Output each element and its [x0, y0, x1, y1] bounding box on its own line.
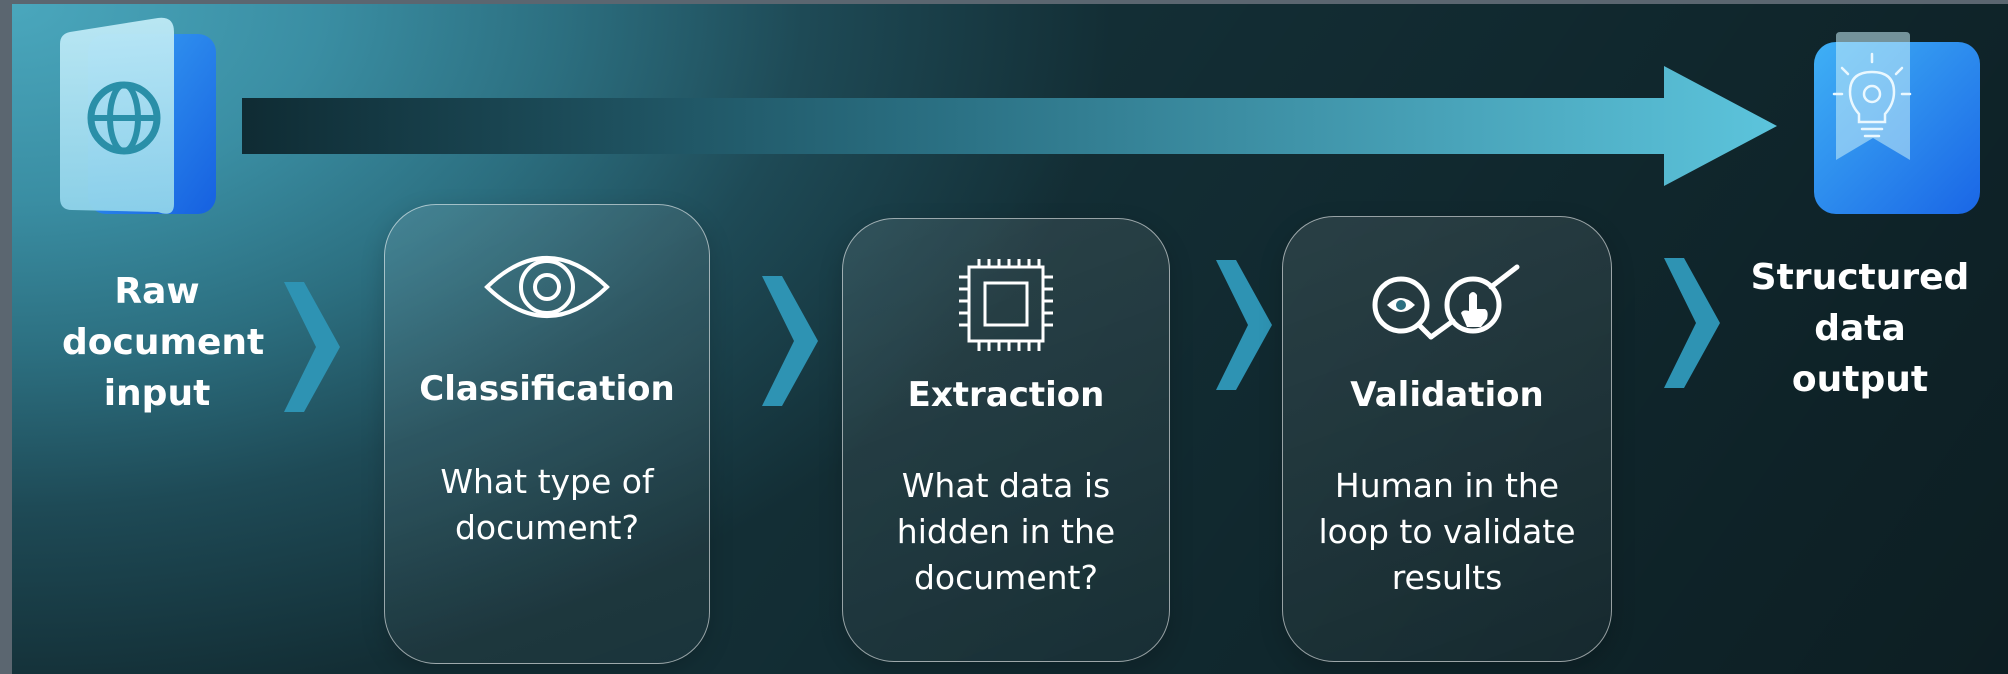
chevron-right-icon — [1664, 258, 1720, 388]
magnifier-touch-icon — [1372, 264, 1520, 340]
step-card-validation: Validation Human in the loop to validate… — [1282, 216, 1612, 662]
step-title: Validation — [1350, 375, 1544, 415]
step-description: Human in the loop to validate results — [1318, 466, 1576, 597]
step-card-classification: Classification What type of document? — [384, 204, 710, 664]
step-card-extraction: Extraction What data is hidden in the do… — [842, 218, 1170, 662]
globe-document-icon — [60, 17, 216, 214]
process-arrow — [242, 66, 1777, 186]
chip-icon — [959, 259, 1053, 351]
output-label: Structured data output — [1750, 257, 1970, 400]
chevron-right-icon — [284, 282, 340, 412]
lightbulb-bookmark-icon — [1814, 32, 1980, 214]
input-label: Raw document input — [62, 271, 265, 414]
step-description: What type of document? — [440, 462, 654, 547]
flow-diagram: Raw document input Structured data outpu… — [12, 4, 2008, 674]
chevron-right-icon — [762, 276, 818, 406]
chevron-right-icon — [1216, 260, 1272, 390]
eye-icon — [484, 256, 610, 318]
step-description: What data is hidden in the document? — [896, 466, 1116, 597]
step-title: Classification — [419, 369, 675, 409]
step-title: Extraction — [907, 375, 1105, 415]
